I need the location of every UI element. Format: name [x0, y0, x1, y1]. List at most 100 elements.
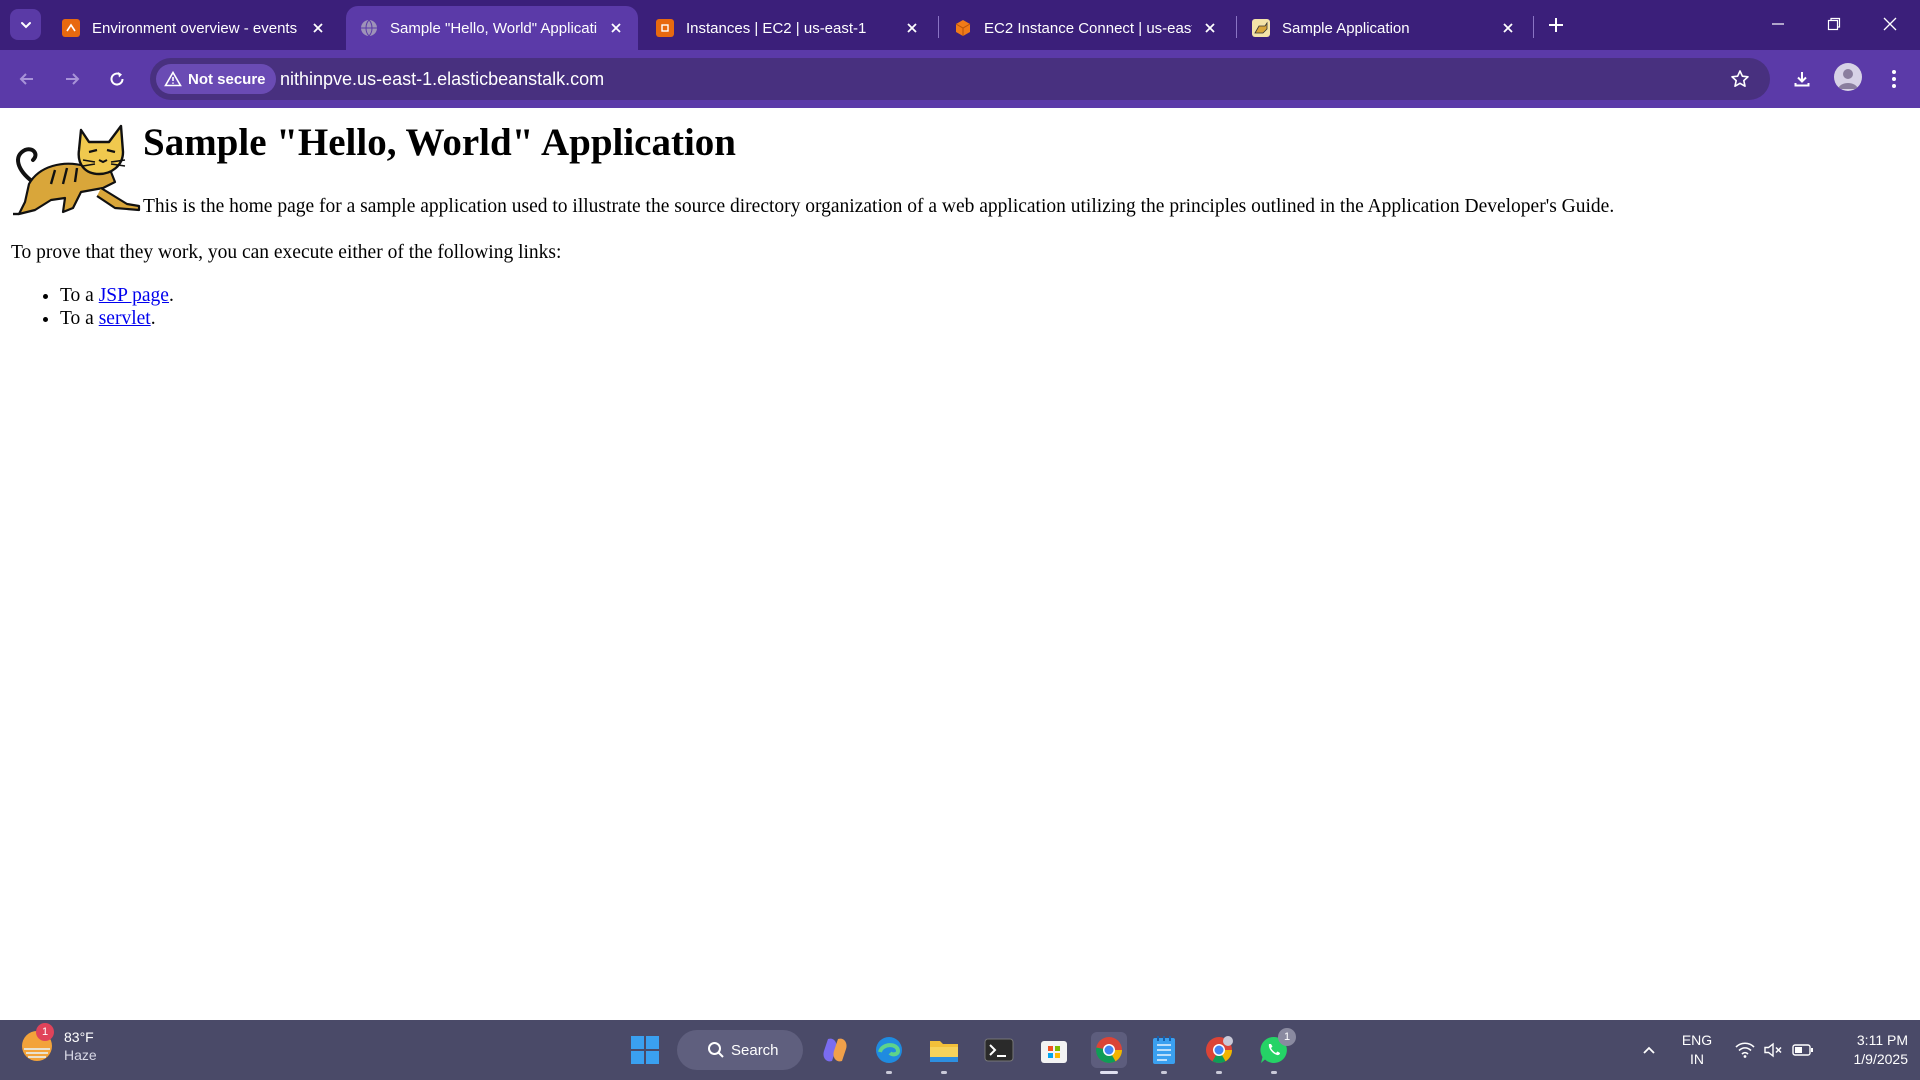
page-title: Sample "Hello, World" Application — [143, 121, 736, 164]
weather-temp: 83°F — [64, 1029, 94, 1045]
downloads-button[interactable] — [1784, 61, 1820, 97]
taskbar-file-explorer[interactable] — [926, 1032, 962, 1074]
avatar-icon — [1838, 69, 1858, 89]
bookmark-button[interactable] — [1728, 67, 1752, 91]
tab-sample-application[interactable]: Sample Application — [1238, 6, 1530, 50]
close-window-button[interactable] — [1862, 0, 1918, 48]
taskbar-store[interactable] — [1036, 1032, 1072, 1068]
taskbar-chrome[interactable] — [1091, 1032, 1127, 1074]
tab-ec2-instances[interactable]: Instances | EC2 | us-east-1 — [642, 6, 934, 50]
windows-start-icon — [631, 1036, 659, 1064]
restore-button[interactable] — [1806, 0, 1862, 48]
weather-widget[interactable]: 1 83°F Haze — [22, 1023, 97, 1064]
tab-search-button[interactable] — [10, 9, 41, 40]
file-explorer-icon — [930, 1041, 958, 1062]
close-icon — [1883, 17, 1897, 31]
restore-icon — [1827, 17, 1841, 31]
minimize-button[interactable] — [1750, 0, 1806, 48]
show-hidden-icons-button[interactable] — [1636, 1020, 1662, 1080]
tab-title: Sample Application — [1282, 19, 1410, 37]
reload-icon — [110, 72, 124, 86]
taskbar-terminal[interactable] — [981, 1032, 1017, 1068]
list-item-suffix: . — [168, 285, 174, 306]
reload-button[interactable] — [99, 61, 135, 97]
battery-status[interactable] — [1788, 1020, 1818, 1080]
kebab-menu-icon — [1892, 70, 1896, 88]
tab-strip: Environment overview - events Sample "He… — [0, 0, 1920, 50]
security-chip[interactable]: Not secure — [156, 64, 276, 94]
download-icon — [1794, 72, 1810, 87]
tab-title: Environment overview - events — [92, 19, 298, 37]
weather-condition: Haze — [64, 1047, 97, 1063]
chrome-profile-icon — [1206, 1036, 1233, 1064]
search-icon — [708, 1042, 724, 1058]
wifi-status[interactable] — [1730, 1020, 1760, 1080]
back-button[interactable] — [9, 61, 45, 97]
aws-beanstalk-icon — [62, 19, 80, 37]
taskbar-chrome-profile[interactable] — [1201, 1032, 1237, 1074]
tab-hello-world[interactable]: Sample "Hello, World" Applicati — [346, 6, 638, 50]
aws-cube-icon — [954, 19, 972, 37]
chrome-icon — [1095, 1037, 1123, 1064]
running-indicator — [941, 1071, 947, 1074]
security-label: Not secure — [188, 70, 266, 88]
tab-ec2-instance-connect[interactable]: EC2 Instance Connect | us-east- — [940, 6, 1232, 50]
browser-toolbar: Not secure nithinpve.us-east-1.elasticbe… — [0, 50, 1920, 108]
terminal-icon — [984, 1038, 1014, 1062]
clock-date: 1/9/2025 — [1853, 1051, 1909, 1067]
language-indicator[interactable]: ENG IN — [1680, 1031, 1714, 1069]
list-item: To a servlet. — [60, 307, 174, 330]
taskbar-notepad[interactable] — [1146, 1032, 1182, 1074]
aws-ec2-icon — [656, 19, 674, 37]
instructions-paragraph: To prove that they work, you can execute… — [11, 242, 562, 263]
copilot-icon — [823, 1038, 847, 1062]
warning-icon — [164, 71, 182, 87]
list-item: To a JSP page. — [60, 284, 174, 307]
battery-icon — [1792, 1044, 1813, 1056]
volume-status[interactable] — [1758, 1020, 1788, 1080]
running-indicator — [1161, 1071, 1167, 1074]
url-text[interactable]: nithinpve.us-east-1.elasticbeanstalk.com — [280, 58, 604, 100]
profile-avatar[interactable] — [1834, 63, 1862, 91]
new-tab-button[interactable] — [1543, 12, 1569, 38]
tab-separator — [1236, 16, 1237, 38]
forward-button[interactable] — [54, 61, 90, 97]
taskbar: 1 83°F Haze Search 1 ENG IN 3:11 PM 1/9/… — [0, 1020, 1920, 1080]
close-icon[interactable] — [902, 18, 922, 38]
notification-badge: 1 — [1278, 1028, 1296, 1046]
search-label: Search — [731, 1041, 779, 1059]
jsp-page-link[interactable]: JSP page — [99, 285, 169, 306]
close-icon[interactable] — [308, 18, 328, 38]
plus-icon — [1549, 18, 1563, 32]
language-code: ENG — [1681, 1032, 1713, 1048]
web-page: Sample "Hello, World" Application This i… — [0, 108, 1920, 1020]
chevron-up-icon — [1643, 1046, 1655, 1054]
link-list: To a JSP page. To a servlet. — [60, 284, 174, 330]
close-icon[interactable] — [1200, 18, 1220, 38]
close-icon[interactable] — [1498, 18, 1518, 38]
tab-environment-overview[interactable]: Environment overview - events — [48, 6, 340, 50]
arrow-left-icon — [19, 73, 33, 85]
address-bar[interactable]: Not secure nithinpve.us-east-1.elasticbe… — [150, 58, 1770, 100]
tomcat-icon — [1252, 19, 1270, 37]
taskbar-search[interactable]: Search — [677, 1030, 803, 1070]
running-indicator — [1271, 1071, 1277, 1074]
system-clock[interactable]: 3:11 PM 1/9/2025 — [1828, 1031, 1909, 1069]
taskbar-edge[interactable] — [871, 1032, 907, 1074]
taskbar-copilot[interactable] — [817, 1032, 853, 1068]
servlet-link[interactable]: servlet — [99, 308, 151, 329]
globe-icon — [360, 19, 378, 37]
volume-muted-icon — [1764, 1042, 1782, 1058]
close-icon[interactable] — [606, 18, 626, 38]
tab-title: Instances | EC2 | us-east-1 — [686, 19, 867, 37]
menu-button[interactable] — [1876, 61, 1912, 97]
tomcat-logo — [13, 124, 141, 216]
arrow-right-icon — [66, 73, 80, 85]
running-indicator — [886, 1071, 892, 1074]
taskbar-whatsapp[interactable]: 1 — [1256, 1028, 1296, 1074]
edge-icon — [876, 1037, 902, 1063]
tab-title: EC2 Instance Connect | us-east- — [984, 19, 1192, 37]
clock-time: 3:11 PM — [1856, 1032, 1908, 1048]
list-item-suffix: . — [150, 308, 156, 329]
start-button[interactable] — [627, 1032, 663, 1068]
